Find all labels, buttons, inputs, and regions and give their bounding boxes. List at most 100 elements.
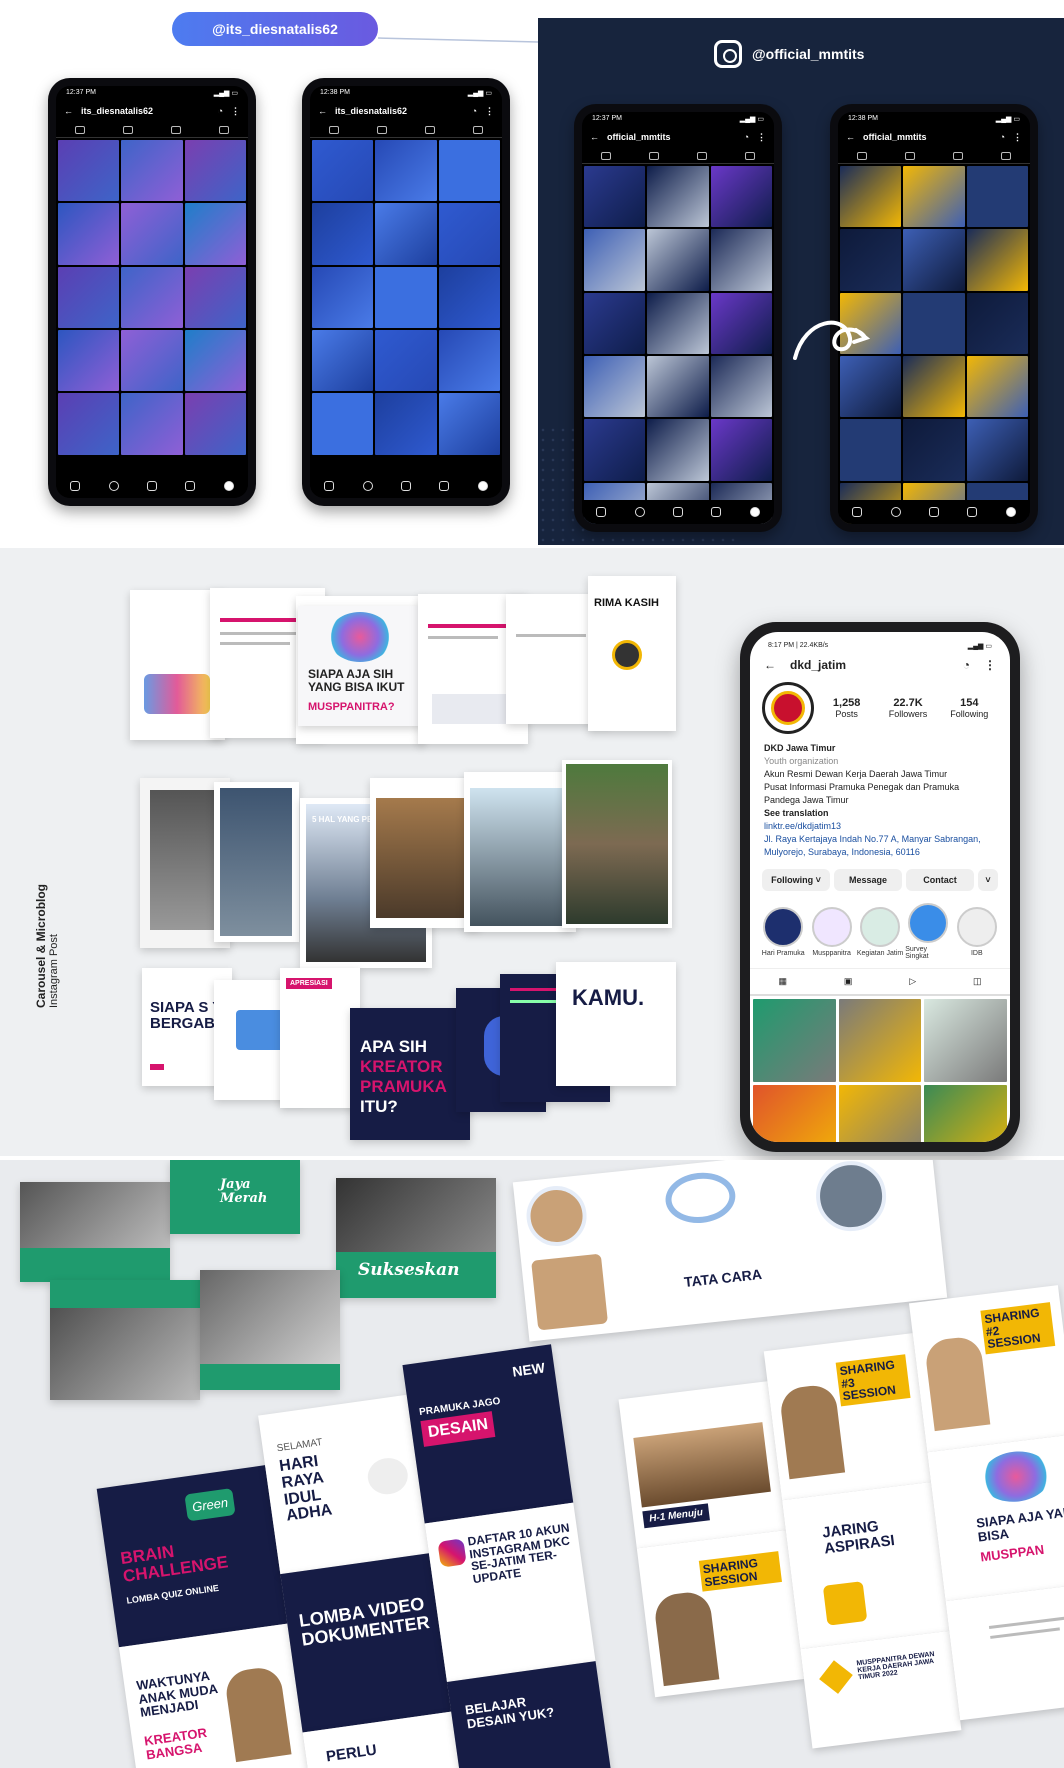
post-thumbnail[interactable] <box>924 999 1008 1083</box>
post-thumbnail[interactable] <box>375 266 437 328</box>
more-icon[interactable]: ⋮ <box>1013 132 1022 143</box>
post-thumbnail[interactable] <box>184 329 246 392</box>
home-icon[interactable] <box>324 481 335 491</box>
posts-stat[interactable]: 1,258 Posts <box>818 697 875 719</box>
post-thumbnail[interactable] <box>903 229 965 291</box>
search-icon[interactable] <box>108 481 119 491</box>
post-thumbnail[interactable] <box>375 329 437 392</box>
post-thumbnail[interactable] <box>647 419 709 481</box>
reels-tab-icon[interactable] <box>377 125 387 134</box>
post-thumbnail[interactable] <box>584 419 646 481</box>
post-thumbnail[interactable] <box>710 355 772 418</box>
see-translation-link[interactable]: See translation <box>764 807 996 820</box>
search-icon[interactable] <box>634 507 645 517</box>
post-thumbnail[interactable] <box>753 1085 836 1142</box>
back-arrow-icon[interactable]: ← <box>590 132 599 142</box>
post-thumbnail[interactable] <box>710 166 772 228</box>
post-thumbnail[interactable] <box>903 292 965 354</box>
grid-tab-icon[interactable] <box>601 151 611 160</box>
grid-tab-icon[interactable]: ▦ <box>778 976 787 987</box>
tagged-tab-icon[interactable] <box>219 125 229 134</box>
profile-icon[interactable] <box>223 481 234 491</box>
reels-tab-icon[interactable]: ▣ <box>844 976 853 987</box>
reels-icon[interactable] <box>146 481 157 491</box>
grid-tab-icon[interactable] <box>857 151 867 160</box>
tagged-tab-icon[interactable] <box>473 125 483 134</box>
grid-tab-icon[interactable] <box>75 125 85 134</box>
shop-icon[interactable] <box>439 481 450 491</box>
reels-tab-icon[interactable] <box>649 151 659 160</box>
bell-icon[interactable]: ◔ <box>472 106 477 116</box>
more-icon[interactable]: ⋮ <box>231 106 240 117</box>
post-thumbnail[interactable] <box>121 393 183 455</box>
highlight-item[interactable]: Survey Singkat <box>905 903 951 960</box>
grid-tab-icon[interactable] <box>329 125 339 134</box>
highlight-item[interactable]: Kegiatan Jatim <box>857 906 903 957</box>
post-thumbnail[interactable] <box>184 393 246 455</box>
post-thumbnail[interactable] <box>584 355 646 418</box>
post-thumbnail[interactable] <box>753 999 836 1083</box>
profile-icon[interactable] <box>477 481 488 491</box>
post-thumbnail[interactable] <box>438 140 500 202</box>
guides-tab-icon[interactable] <box>697 151 707 160</box>
suggest-button[interactable]: ˅ <box>978 869 998 892</box>
post-thumbnail[interactable] <box>58 393 120 455</box>
guides-tab-icon[interactable] <box>953 151 963 160</box>
post-thumbnail[interactable] <box>966 292 1028 354</box>
post-thumbnail[interactable] <box>966 229 1028 291</box>
post-thumbnail[interactable] <box>438 329 500 392</box>
post-thumbnail[interactable] <box>584 292 646 354</box>
reels-tab-icon[interactable] <box>905 151 915 160</box>
following-stat[interactable]: 154 Following <box>941 697 998 719</box>
reels-icon[interactable] <box>928 507 939 517</box>
reels-icon[interactable] <box>672 507 683 517</box>
home-icon[interactable] <box>852 507 863 517</box>
back-arrow-icon[interactable]: ← <box>764 658 776 672</box>
post-thumbnail[interactable] <box>710 419 772 481</box>
highlight-item[interactable]: Hari Pramuka <box>760 906 806 957</box>
post-thumbnail[interactable] <box>838 999 922 1083</box>
highlight-item[interactable]: Musppanitra <box>808 906 854 957</box>
post-thumbnail[interactable] <box>438 203 500 265</box>
post-thumbnail[interactable] <box>438 266 500 328</box>
shop-icon[interactable] <box>185 481 196 491</box>
post-thumbnail[interactable] <box>121 329 183 392</box>
video-tab-icon[interactable]: ▷ <box>909 976 916 987</box>
reels-tab-icon[interactable] <box>123 125 133 134</box>
post-thumbnail[interactable] <box>375 393 437 455</box>
post-thumbnail[interactable] <box>58 203 120 265</box>
post-thumbnail[interactable] <box>312 140 374 202</box>
post-thumbnail[interactable] <box>375 203 437 265</box>
post-thumbnail[interactable] <box>966 355 1028 418</box>
back-arrow-icon[interactable]: ← <box>846 132 855 142</box>
followers-stat[interactable]: 22.7K Followers <box>879 697 936 719</box>
guides-tab-icon[interactable] <box>171 125 181 134</box>
profile-icon[interactable] <box>1005 507 1016 517</box>
more-icon[interactable]: ⋮ <box>757 132 766 143</box>
bell-icon[interactable]: ◔ <box>1000 132 1005 142</box>
bell-icon[interactable]: ◔ <box>963 658 970 672</box>
reels-icon[interactable] <box>400 481 411 491</box>
tagged-tab-icon[interactable]: ◫ <box>973 976 982 987</box>
post-thumbnail[interactable] <box>184 140 246 202</box>
post-thumbnail[interactable] <box>840 166 902 228</box>
post-thumbnail[interactable] <box>58 329 120 392</box>
bell-icon[interactable]: ◔ <box>744 132 749 142</box>
following-button[interactable]: Following ˅ <box>762 869 830 892</box>
more-icon[interactable]: ⋮ <box>984 658 996 672</box>
message-button[interactable]: Message <box>834 869 902 892</box>
post-thumbnail[interactable] <box>121 266 183 328</box>
post-thumbnail[interactable] <box>840 229 902 291</box>
post-thumbnail[interactable] <box>312 329 374 392</box>
post-thumbnail[interactable] <box>838 1085 922 1142</box>
post-thumbnail[interactable] <box>647 355 709 418</box>
post-thumbnail[interactable] <box>924 1085 1008 1142</box>
post-thumbnail[interactable] <box>438 393 500 455</box>
post-thumbnail[interactable] <box>312 266 374 328</box>
post-thumbnail[interactable] <box>121 140 183 202</box>
post-thumbnail[interactable] <box>312 393 374 455</box>
post-thumbnail[interactable] <box>58 266 120 328</box>
contact-button[interactable]: Contact <box>906 869 974 892</box>
post-thumbnail[interactable] <box>184 266 246 328</box>
post-thumbnail[interactable] <box>710 229 772 291</box>
